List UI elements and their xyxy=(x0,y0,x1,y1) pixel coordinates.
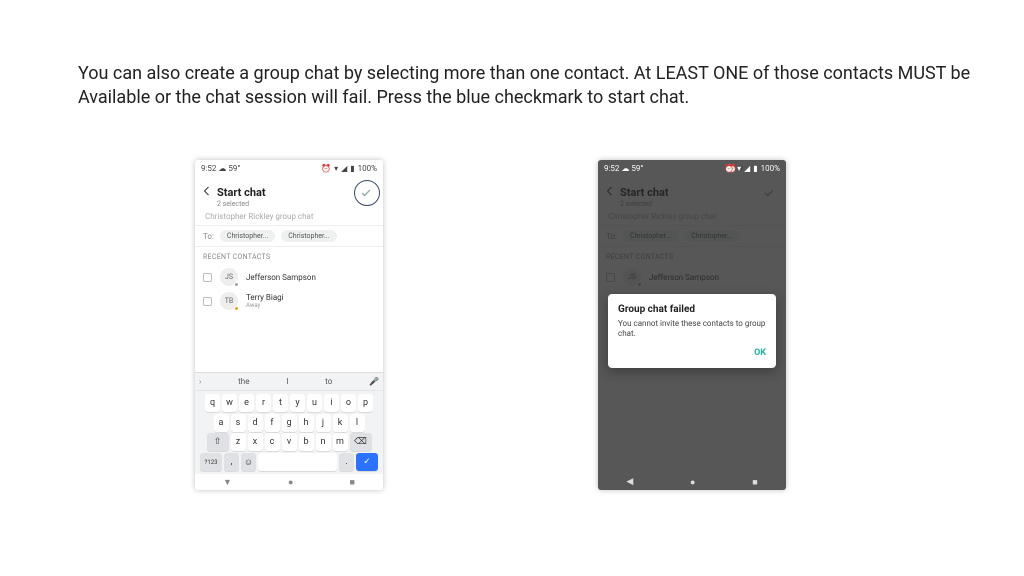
back-icon[interactable] xyxy=(201,185,213,200)
confirm-check-button[interactable] xyxy=(357,184,375,202)
symbols-key[interactable]: ?123 xyxy=(200,453,222,471)
battery-icon: ▮ xyxy=(350,164,354,173)
key[interactable]: s xyxy=(231,414,246,432)
key[interactable]: q xyxy=(205,394,220,412)
signal-icon: ◢ xyxy=(341,164,347,173)
key[interactable]: d xyxy=(248,414,263,432)
to-row: To: Christopher... Christopher... xyxy=(195,226,383,247)
status-bar: 9:52 ☁ 59° ⏰ ▾ ◢ ▮ 100% xyxy=(195,160,383,176)
presence-dot xyxy=(234,306,239,311)
key[interactable]: p xyxy=(358,394,373,412)
key[interactable]: c xyxy=(265,433,280,451)
key[interactable]: e xyxy=(239,394,254,412)
backspace-key[interactable]: ⌫ xyxy=(350,433,372,451)
alarm-icon: ⏰ xyxy=(321,164,331,173)
status-right: ⏰ ▾ ◢ ▮ 100% xyxy=(321,164,377,173)
key[interactable]: r xyxy=(256,394,271,412)
key[interactable]: m xyxy=(333,433,348,451)
battery-icon: ▮ xyxy=(753,164,757,173)
key[interactable]: f xyxy=(265,414,280,432)
status-time: 9:52 ☁ 59° xyxy=(201,164,240,173)
key[interactable]: l xyxy=(350,414,365,432)
suggestion[interactable]: to xyxy=(325,377,332,386)
contact-name: Terry Biagi xyxy=(246,293,284,302)
suggestion[interactable]: I xyxy=(286,377,288,386)
nav-back-icon[interactable]: ◀ xyxy=(626,477,633,487)
space-key[interactable] xyxy=(258,453,337,471)
avatar: JS xyxy=(220,268,238,286)
recipient-chip[interactable]: Christopher... xyxy=(281,230,336,242)
key[interactable]: b xyxy=(299,433,314,451)
mic-icon[interactable]: 🎤 xyxy=(369,377,379,386)
key[interactable]: t xyxy=(273,394,288,412)
key-row: a s d f g h j k l xyxy=(198,414,380,432)
suggestion-bar: › the I to 🎤 xyxy=(195,373,383,391)
key[interactable]: a xyxy=(214,414,229,432)
android-navbar: ◀ ● ■ xyxy=(598,474,786,490)
status-time: 9:52 ☁ 59° xyxy=(604,164,643,173)
key[interactable]: i xyxy=(324,394,339,412)
contact-name: Jefferson Sampson xyxy=(246,273,316,282)
status-bar: 9:52 ☁ 59° ⏰ ▾ ◢ ▮ 100% xyxy=(598,160,786,176)
nav-recent-icon[interactable]: ■ xyxy=(350,477,355,488)
key[interactable]: x xyxy=(248,433,263,451)
contact-row[interactable]: JS Jefferson Sampson xyxy=(195,265,383,289)
nav-home-icon[interactable]: ● xyxy=(690,477,695,488)
key[interactable]: o xyxy=(341,394,356,412)
dialog-ok-button[interactable]: OK xyxy=(618,348,766,358)
key[interactable]: v xyxy=(282,433,297,451)
key[interactable]: z xyxy=(231,433,246,451)
dialog-title: Group chat failed xyxy=(618,304,766,315)
group-name-field[interactable]: Christopher Rickley group chat xyxy=(195,208,383,226)
contact-row[interactable]: TB Terry BiagiAway xyxy=(195,289,383,313)
contact-status: Away xyxy=(246,302,284,309)
key[interactable]: g xyxy=(282,414,297,432)
android-navbar: ▼ ● ■ xyxy=(195,474,383,490)
alarm-icon: ⏰ xyxy=(724,164,734,173)
comma-key[interactable]: , xyxy=(224,453,239,471)
checkbox[interactable] xyxy=(203,273,212,282)
signal-icon: ◢ xyxy=(744,164,750,173)
app-header: Start chat xyxy=(195,176,383,208)
key[interactable]: y xyxy=(290,394,305,412)
recipient-chip[interactable]: Christopher... xyxy=(220,230,275,242)
expand-icon[interactable]: › xyxy=(199,377,201,386)
nav-home-icon[interactable]: ● xyxy=(288,477,293,488)
dialog-message: You cannot invite these contacts to grou… xyxy=(618,319,766,340)
key[interactable]: h xyxy=(299,414,314,432)
key[interactable]: w xyxy=(222,394,237,412)
period-key[interactable]: . xyxy=(339,453,354,471)
phone-start-chat: 9:52 ☁ 59° ⏰ ▾ ◢ ▮ 100% Start chat 2 sel… xyxy=(195,160,383,490)
battery-pct: 100% xyxy=(358,164,377,173)
key[interactable]: u xyxy=(307,394,322,412)
nav-back-icon[interactable]: ▼ xyxy=(223,477,232,488)
key-row: q w e r t y u i o p xyxy=(198,394,380,412)
enter-key[interactable]: ✓ xyxy=(356,453,378,471)
recent-contacts-label: RECENT CONTACTS xyxy=(195,247,383,265)
presence-dot xyxy=(234,282,239,287)
checkbox[interactable] xyxy=(203,297,212,306)
status-right: ⏰ ▾ ◢ ▮ 100% xyxy=(724,164,780,173)
key-row: ?123 , ☺ . ✓ xyxy=(198,453,380,471)
emoji-key[interactable]: ☺ xyxy=(241,453,256,471)
nav-recent-icon[interactable]: ■ xyxy=(752,477,757,488)
battery-pct: 100% xyxy=(761,164,780,173)
key[interactable]: n xyxy=(316,433,331,451)
key-row: ⇧ z x c v b n m ⌫ xyxy=(198,433,380,451)
keyboard: › the I to 🎤 q w e r t y u i o p a s d xyxy=(195,372,383,490)
wifi-icon: ▾ xyxy=(737,164,741,173)
key[interactable]: j xyxy=(316,414,331,432)
page-title: Start chat xyxy=(217,186,266,199)
to-label: To: xyxy=(203,232,214,241)
key[interactable]: k xyxy=(333,414,348,432)
suggestion[interactable]: the xyxy=(238,377,249,386)
shift-key[interactable]: ⇧ xyxy=(207,433,229,451)
phone-group-chat-failed: 9:52 ☁ 59° ⏰ ▾ ◢ ▮ 100% Start chat 2 sel… xyxy=(598,160,786,490)
wifi-icon: ▾ xyxy=(334,164,338,173)
avatar: TB xyxy=(220,292,238,310)
error-dialog: Group chat failed You cannot invite thes… xyxy=(608,294,776,368)
instruction-paragraph: You can also create a group chat by sele… xyxy=(78,62,978,111)
